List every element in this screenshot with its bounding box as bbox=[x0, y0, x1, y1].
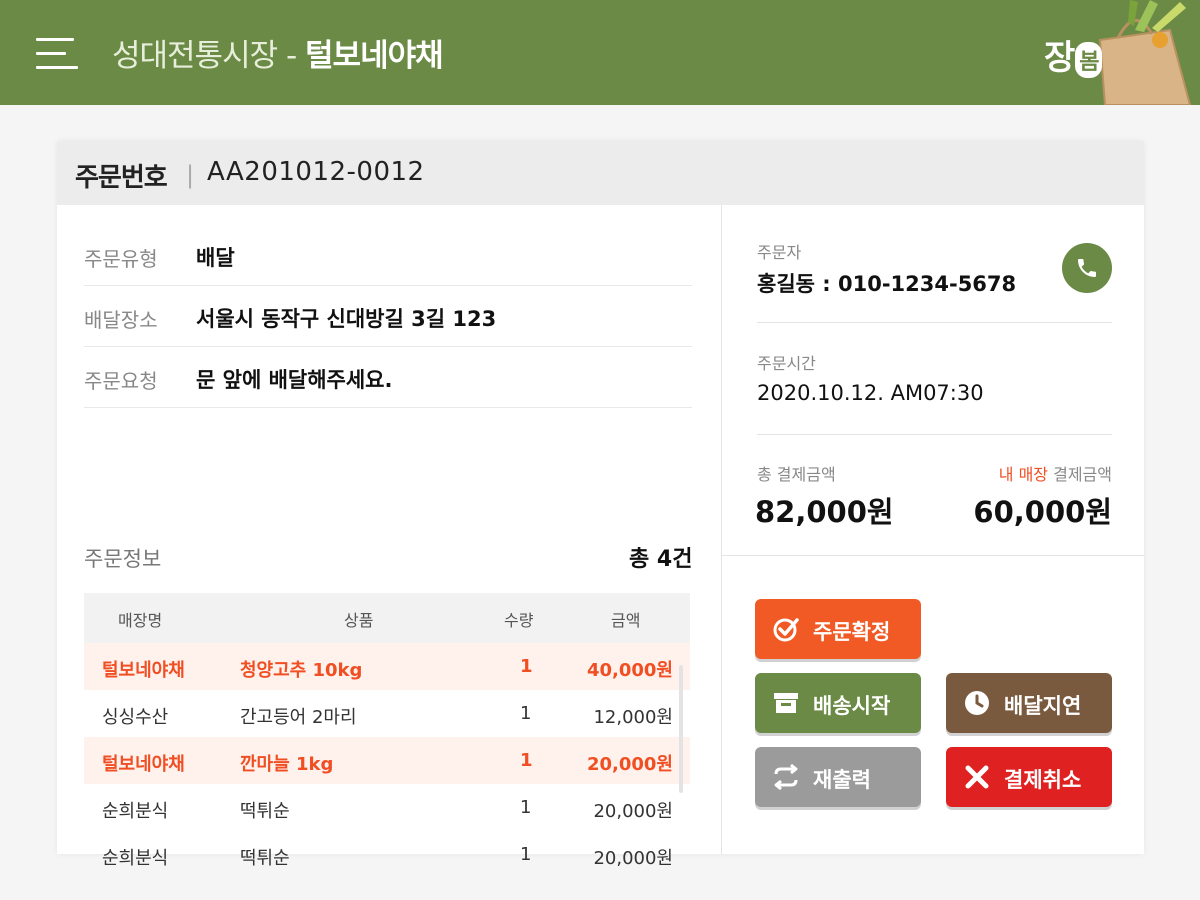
divider bbox=[757, 322, 1112, 323]
top-bar: 성대전통시장 - 털보네야채 장봄 bbox=[0, 0, 1200, 105]
cell-amount: 20,000원 bbox=[593, 848, 673, 869]
refresh-icon bbox=[774, 763, 798, 791]
cell-amount: 12,000원 bbox=[593, 707, 673, 728]
call-button[interactable] bbox=[1062, 243, 1112, 293]
my-payment-label-rest: 결제금액 bbox=[1048, 465, 1112, 484]
order-detail-panel: 주문유형 배달 배달장소 서울시 동작구 신대방길 3길 123 주문요청 문 … bbox=[57, 205, 722, 869]
cell-store: 털보네야채 bbox=[102, 754, 185, 775]
order-header: 주문번호 | AA201012-0012 bbox=[57, 141, 1144, 205]
page-title: 성대전통시장 - 털보네야채 bbox=[112, 30, 444, 75]
table-scrollbar[interactable] bbox=[679, 665, 683, 793]
table-row[interactable]: 순희분식 떡튀순 1 20,000원 bbox=[84, 784, 690, 831]
cell-product: 간고등어 2마리 bbox=[240, 707, 357, 728]
title-separator: - bbox=[277, 38, 306, 74]
cell-product: 떡튀순 bbox=[240, 848, 290, 869]
divider bbox=[757, 434, 1112, 435]
cell-qty: 1 bbox=[520, 844, 532, 865]
column-header-amount: 금액 bbox=[611, 611, 641, 630]
order-info-title: 주문정보 bbox=[84, 547, 162, 571]
detail-value: 문 앞에 배달해주세요. bbox=[196, 368, 393, 392]
shop-name: 털보네야채 bbox=[305, 38, 444, 74]
total-payment-value: 82,000원 bbox=[755, 495, 894, 529]
my-payment-label: 내 매장 결제금액 bbox=[999, 461, 1112, 485]
market-name: 성대전통시장 bbox=[112, 38, 278, 74]
cancel-payment-button[interactable]: 결제취소 bbox=[946, 747, 1112, 807]
table-row[interactable]: 털보네야채 깐마늘 1kg 1 20,000원 bbox=[84, 737, 690, 784]
box-icon bbox=[774, 693, 798, 713]
customer-value: 홍길동 : 010-1234-5678 bbox=[757, 272, 1017, 296]
cell-amount: 40,000원 bbox=[586, 660, 673, 681]
cell-qty: 1 bbox=[520, 656, 533, 677]
cell-qty: 1 bbox=[520, 703, 532, 724]
detail-label: 주문유형 bbox=[84, 247, 158, 271]
table-row[interactable]: 순희분식 떡튀순 1 20,000원 bbox=[84, 831, 690, 878]
order-items-table: 매장명 상품 수량 금액 털보네야채 청양고추 10kg 1 40,000원 싱… bbox=[84, 593, 690, 878]
column-header-qty: 수량 bbox=[504, 611, 534, 630]
logo-text: 장봄 bbox=[1044, 30, 1102, 79]
start-shipping-button[interactable]: 배송시작 bbox=[755, 673, 921, 733]
my-payment-value: 60,000원 bbox=[973, 495, 1112, 529]
detail-label: 주문요청 bbox=[84, 369, 158, 393]
cell-product: 청양고추 10kg bbox=[240, 660, 363, 681]
start-shipping-label: 배송시작 bbox=[813, 695, 891, 718]
cell-amount: 20,000원 bbox=[593, 801, 673, 822]
order-time-label: 주문시간 bbox=[757, 354, 816, 373]
detail-row-address: 배달장소 서울시 동작구 신대방길 3길 123 bbox=[84, 286, 692, 347]
order-summary-panel: 주문자 홍길동 : 010-1234-5678 주문시간 2020.10.12.… bbox=[722, 205, 1144, 854]
reprint-button[interactable]: 재출력 bbox=[755, 747, 921, 807]
cell-store: 싱싱수산 bbox=[102, 707, 169, 728]
check-circle-icon bbox=[773, 618, 799, 642]
logo-main-char: 장 bbox=[1044, 38, 1075, 78]
table-header: 매장명 상품 수량 금액 bbox=[84, 593, 690, 643]
confirm-order-label: 주문확정 bbox=[813, 621, 891, 644]
order-card: 주문번호 | AA201012-0012 주문유형 배달 배달장소 서울시 동작… bbox=[57, 141, 1144, 869]
table-row[interactable]: 털보네야채 청양고추 10kg 1 40,000원 bbox=[84, 643, 690, 690]
total-payment-label: 총 결제금액 bbox=[757, 465, 836, 484]
logo-badge: 봄 bbox=[1075, 41, 1102, 78]
detail-label: 배달장소 bbox=[84, 308, 158, 332]
cell-product: 깐마늘 1kg bbox=[240, 754, 334, 775]
cell-qty: 1 bbox=[520, 750, 533, 771]
cell-amount: 20,000원 bbox=[586, 754, 673, 775]
delivery-delay-button[interactable]: 배달지연 bbox=[946, 673, 1112, 733]
menu-icon[interactable] bbox=[36, 38, 78, 70]
x-icon bbox=[965, 765, 989, 789]
order-time-value: 2020.10.12. AM07:30 bbox=[757, 381, 984, 405]
detail-value: 서울시 동작구 신대방길 3길 123 bbox=[196, 307, 497, 331]
table-row[interactable]: 싱싱수산 간고등어 2마리 1 12,000원 bbox=[84, 690, 690, 737]
cell-store: 털보네야채 bbox=[102, 660, 185, 681]
app-logo: 장봄 bbox=[1040, 0, 1200, 105]
order-number-label: 주문번호 bbox=[75, 163, 168, 193]
order-info-total: 총 4건 bbox=[629, 547, 693, 572]
confirm-order-button[interactable]: 주문확정 bbox=[755, 599, 921, 659]
column-header-product: 상품 bbox=[344, 611, 374, 630]
order-number: AA201012-0012 bbox=[207, 157, 425, 187]
detail-value: 배달 bbox=[196, 246, 235, 270]
cancel-payment-label: 결제취소 bbox=[1004, 769, 1082, 792]
delivery-delay-label: 배달지연 bbox=[1004, 695, 1082, 718]
column-header-store: 매장명 bbox=[118, 611, 163, 630]
phone-icon bbox=[1078, 259, 1096, 277]
detail-row-type: 주문유형 배달 bbox=[84, 225, 692, 286]
customer-label: 주문자 bbox=[757, 243, 802, 262]
my-store-accent: 내 매장 bbox=[998, 465, 1049, 484]
cell-store: 순희분식 bbox=[102, 801, 169, 822]
clock-icon bbox=[965, 691, 989, 715]
divider bbox=[722, 555, 1144, 556]
cell-qty: 1 bbox=[520, 797, 532, 818]
order-number-divider: | bbox=[186, 161, 195, 189]
cell-product: 떡튀순 bbox=[240, 801, 290, 822]
cell-store: 순희분식 bbox=[102, 848, 169, 869]
detail-row-request: 주문요청 문 앞에 배달해주세요. bbox=[84, 347, 692, 408]
reprint-label: 재출력 bbox=[813, 769, 871, 792]
